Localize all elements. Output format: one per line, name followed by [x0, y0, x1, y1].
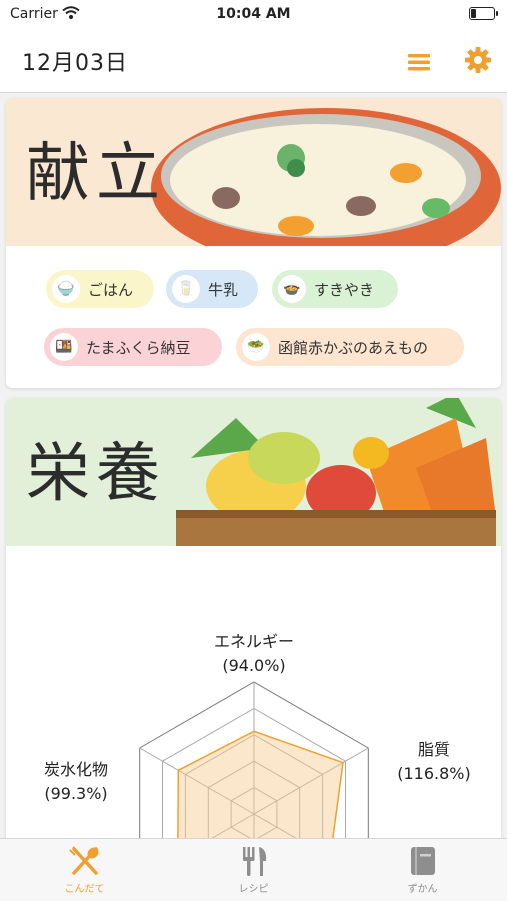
- nutrition-banner: 栄養: [6, 398, 501, 546]
- date-title: 12月03日: [22, 51, 128, 76]
- tab-recipe[interactable]: レシピ: [169, 839, 338, 901]
- cutlery-icon: [169, 845, 338, 877]
- sukiyaki-icon: 🍲: [278, 275, 306, 303]
- menu-item-sukiyaki[interactable]: 🍲 すきやき: [272, 270, 398, 308]
- axis-name-fat: 脂質: [417, 740, 450, 759]
- menu-item-natto[interactable]: 🍱 たまふくら納豆: [44, 328, 222, 366]
- status-bar: Carrier 10:04 AM: [0, 0, 507, 30]
- tab-zukan[interactable]: ずかん: [338, 839, 507, 901]
- menu-item-aemono[interactable]: 🥗 函館赤かぶのあえもの: [236, 328, 464, 366]
- hamburger-icon: [408, 54, 430, 71]
- natto-icon: 🍱: [50, 333, 78, 361]
- tab-label: レシピ: [238, 884, 269, 895]
- radar-data-polygon: [177, 730, 344, 843]
- axis-label-carbohydrate: 炭水化物 (99.3%): [26, 756, 126, 803]
- gear-icon: [465, 47, 491, 73]
- menu-card: 献立 🍚 ごはん 🥛 牛乳 🍲 すきやき 🍱 たまふくら納豆 🥗 函館赤かぶのあ…: [6, 98, 501, 388]
- fork-spoon-icon: [0, 845, 169, 877]
- axis-name-carbohydrate: 炭水化物: [43, 760, 108, 779]
- tab-label: こんだて: [64, 884, 105, 895]
- menu-item-rice[interactable]: 🍚 ごはん: [46, 270, 154, 308]
- axis-label-fat: 脂質 (116.8%): [384, 736, 484, 783]
- axis-value-carbohydrate: (99.3%): [44, 784, 108, 803]
- milk-icon: 🥛: [172, 275, 200, 303]
- tab-bar: こんだて レシピ ずかん: [0, 838, 507, 901]
- book-icon: [338, 845, 507, 877]
- rice-icon: 🍚: [52, 275, 80, 303]
- nutrition-radar-chart: エネルギー (94.0%) 脂質 (116.8%) 炭水化物 (99.3%): [6, 546, 501, 843]
- status-time: 10:04 AM: [216, 6, 291, 22]
- tab-kondate[interactable]: こんだて: [0, 839, 169, 901]
- list-menu-button[interactable]: [405, 48, 433, 76]
- battery-icon: [469, 7, 498, 20]
- settings-button[interactable]: [462, 44, 494, 76]
- aemono-icon: 🥗: [242, 333, 270, 361]
- menu-banner: 献立: [6, 98, 501, 246]
- axis-value-fat: (116.8%): [397, 764, 471, 783]
- axis-name-energy: エネルギー: [213, 632, 294, 651]
- axis-label-energy: エネルギー (94.0%): [194, 628, 314, 675]
- menu-title: 献立: [26, 137, 166, 211]
- tab-label: ずかん: [407, 884, 438, 895]
- menu-item-label: 牛乳: [208, 280, 239, 299]
- menu-item-label: ごはん: [88, 280, 134, 299]
- menu-item-label: たまふくら納豆: [86, 338, 191, 357]
- nutrition-title: 栄養: [26, 437, 166, 511]
- nutrition-card: 栄養 エネルギー (94.0%) 脂質 (116.8%) 炭水化物 (99.3%…: [6, 398, 501, 843]
- menu-item-label: 函館赤かぶのあえもの: [278, 338, 429, 357]
- axis-value-energy: (94.0%): [222, 656, 286, 675]
- navigation-bar: 12月03日: [0, 30, 507, 93]
- menu-item-label: すきやき: [314, 280, 375, 299]
- menu-item-milk[interactable]: 🥛 牛乳: [166, 270, 258, 308]
